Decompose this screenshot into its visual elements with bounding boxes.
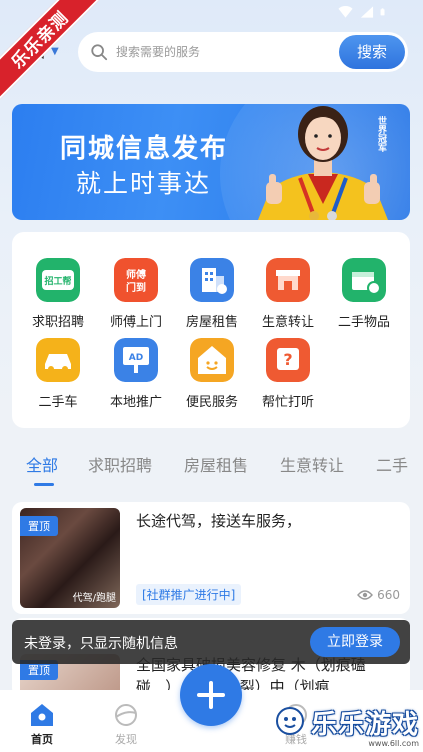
category-label: 生意转让 bbox=[261, 315, 314, 330]
view-count-value: 660 bbox=[377, 588, 400, 602]
login-toast: 未登录，只显示随机信息 立即登录 bbox=[12, 620, 410, 664]
svg-text:?: ? bbox=[283, 350, 292, 369]
category-label: 便民服务 bbox=[185, 395, 238, 410]
category-label: 二手车 bbox=[38, 395, 78, 410]
category-label: 房屋租售 bbox=[185, 315, 238, 330]
promo-tag: [社群推广进行中] bbox=[136, 584, 242, 605]
car-icon bbox=[36, 338, 80, 382]
building-icon bbox=[190, 258, 234, 302]
job-board-icon: 招工帮 bbox=[36, 258, 80, 302]
publish-button[interactable] bbox=[180, 664, 242, 726]
home-icon bbox=[31, 704, 53, 726]
question-icon: ? bbox=[266, 338, 310, 382]
nav-discover[interactable]: 发现 bbox=[96, 702, 156, 747]
svg-text:师傅: 师傅 bbox=[126, 268, 146, 281]
category-label: 师傅上门 bbox=[109, 315, 162, 330]
category-label: 二手物品 bbox=[337, 315, 390, 330]
category-label: 帮忙打听 bbox=[261, 395, 314, 410]
signal-icon bbox=[360, 6, 374, 18]
nav-home[interactable]: 首页 bbox=[12, 702, 72, 747]
tab-secondhand[interactable]: 二手 bbox=[376, 452, 408, 476]
banner-title: 同城信息发布 bbox=[60, 134, 229, 164]
watermark-text: 乐乐游戏 bbox=[310, 710, 419, 740]
active-tab-indicator bbox=[34, 483, 54, 486]
planet-icon bbox=[115, 704, 137, 726]
post-thumbnail: 置顶 代驾/跑腿 bbox=[20, 508, 120, 608]
wifi-icon bbox=[338, 5, 353, 18]
ribbon-text: 乐乐亲测 bbox=[0, 0, 100, 100]
category-convenience[interactable]: 便民服务 bbox=[172, 338, 252, 410]
category-business[interactable]: 生意转让 bbox=[248, 258, 328, 330]
eye-icon bbox=[357, 590, 374, 600]
category-label: 本地推广 bbox=[109, 395, 162, 410]
post-title: 长途代驾，接送车服务， bbox=[136, 512, 302, 530]
master-service-icon: 师傅 门到 bbox=[114, 258, 158, 302]
ad-icon: AD bbox=[114, 338, 158, 382]
ad-icon-text: AD bbox=[129, 353, 143, 363]
toast-message: 未登录，只显示随机信息 bbox=[24, 636, 178, 652]
category-job[interactable]: 招工帮 求职招聘 bbox=[18, 258, 98, 330]
box-icon bbox=[342, 258, 386, 302]
battery-icon bbox=[380, 8, 385, 16]
banner-subtitle: 就上时事达 bbox=[76, 169, 212, 198]
search-placeholder: 搜索需要的服务 bbox=[116, 45, 201, 59]
nav-home-label: 首页 bbox=[31, 733, 53, 746]
plus-icon bbox=[197, 681, 225, 709]
pinned-badge: 置顶 bbox=[20, 516, 58, 536]
category-master[interactable]: 师傅 门到 师傅上门 bbox=[96, 258, 176, 330]
category-grid: 招工帮 求职招聘 师傅 门到 师傅上门 房屋租售 生意转让 二手物品 二手车 A… bbox=[12, 232, 410, 428]
search-input[interactable]: 搜索需要的服务 搜索 bbox=[78, 32, 408, 72]
shop-icon bbox=[266, 258, 310, 302]
tab-business[interactable]: 生意转让 bbox=[280, 452, 344, 476]
category-tabs: 全部 求职招聘 房屋租售 生意转让 二手 bbox=[0, 452, 423, 480]
category-inquiry[interactable]: ? 帮忙打听 bbox=[248, 338, 328, 410]
login-button[interactable]: 立即登录 bbox=[310, 627, 400, 657]
tab-jobs[interactable]: 求职招聘 bbox=[88, 452, 152, 476]
banner-side-tag: 世界冠军 bbox=[376, 116, 386, 152]
category-car[interactable]: 二手车 bbox=[18, 338, 98, 410]
list-item[interactable]: 置顶 代驾/跑腿 长途代驾，接送车服务， [社群推广进行中] 660 bbox=[12, 502, 410, 614]
nav-discover-label: 发现 bbox=[115, 733, 137, 746]
promo-banner[interactable]: 同城信息发布 就上时事达 世界冠军 bbox=[12, 104, 410, 220]
corner-ribbon: 乐乐亲测 bbox=[0, 0, 100, 100]
tab-housing[interactable]: 房屋租售 bbox=[184, 452, 248, 476]
job-icon-text: 招工帮 bbox=[44, 275, 71, 287]
search-button[interactable]: 搜索 bbox=[339, 35, 405, 69]
category-secondhand[interactable]: 二手物品 bbox=[324, 258, 404, 330]
watermark: 乐乐游戏 www.6ll.com bbox=[275, 704, 419, 748]
tab-all[interactable]: 全部 bbox=[26, 452, 58, 476]
view-count: 660 bbox=[357, 588, 400, 602]
svg-text:门到: 门到 bbox=[126, 281, 146, 294]
category-ad[interactable]: AD 本地推广 bbox=[96, 338, 176, 410]
watermark-logo-icon bbox=[275, 707, 304, 735]
category-label: 求职招聘 bbox=[31, 315, 84, 330]
thumbnail-caption: 代驾/跑腿 bbox=[72, 593, 116, 604]
category-housing[interactable]: 房屋租售 bbox=[172, 258, 252, 330]
smiley-house-icon bbox=[190, 338, 234, 382]
